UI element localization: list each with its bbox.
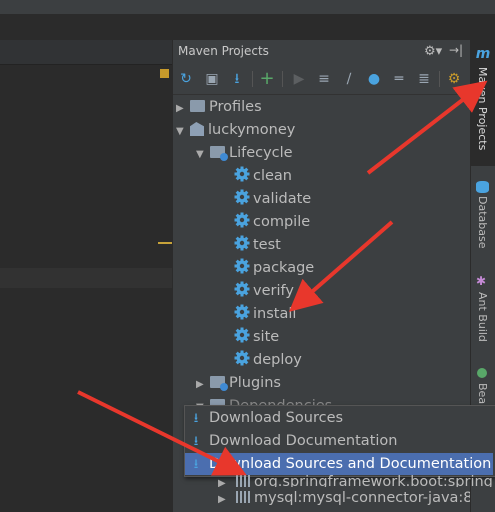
editor-area[interactable] bbox=[0, 65, 172, 512]
goal-gear-icon bbox=[234, 212, 250, 228]
download-icon: ⭳ bbox=[193, 457, 199, 472]
goal-validate[interactable]: validate bbox=[234, 188, 311, 210]
collapse-arrow-icon[interactable]: ▼ bbox=[196, 144, 210, 166]
ant-icon: ✱ bbox=[476, 274, 487, 288]
download-icon[interactable]: ⭳ bbox=[228, 70, 246, 88]
window-top-bar bbox=[0, 0, 495, 15]
maven-icon[interactable]: m bbox=[474, 46, 492, 62]
warning-marker[interactable] bbox=[160, 69, 169, 78]
goal-test[interactable]: test bbox=[234, 234, 281, 256]
tab-ant-build[interactable]: Ant Build bbox=[476, 292, 489, 342]
goal-gear-icon bbox=[234, 327, 250, 343]
tree-item-lifecycle[interactable]: ▼ Lifecycle bbox=[196, 142, 293, 164]
library-icon bbox=[236, 475, 250, 487]
lifecycle-folder-icon bbox=[210, 146, 228, 161]
plugins-folder-icon bbox=[210, 376, 228, 391]
menu-item-download-sources-and-documentation[interactable]: ⭳ Download Sources and Documentation bbox=[185, 453, 493, 475]
tree-label: Lifecycle bbox=[229, 145, 293, 161]
goal-label: install bbox=[253, 306, 297, 322]
download-icon: ⭳ bbox=[193, 411, 199, 426]
tree-label: Profiles bbox=[209, 99, 262, 115]
menu-item-label: Download Sources bbox=[209, 410, 344, 426]
goal-label: verify bbox=[253, 283, 294, 299]
skip-tests-icon[interactable]: ● bbox=[365, 70, 383, 88]
database-icon bbox=[476, 181, 489, 193]
library-icon bbox=[236, 491, 250, 503]
goal-verify[interactable]: verify bbox=[234, 280, 294, 302]
bean-icon bbox=[477, 368, 487, 378]
goal-install[interactable]: install bbox=[234, 303, 296, 325]
download-icon: ⭳ bbox=[193, 434, 199, 449]
collapse-all-icon[interactable]: ≣ bbox=[415, 70, 433, 88]
toolbar-separator bbox=[439, 71, 440, 87]
expand-arrow-icon[interactable]: ▶ bbox=[218, 478, 236, 487]
expand-arrow-icon[interactable]: ▶ bbox=[218, 489, 236, 511]
settings-icon[interactable]: ⚙ bbox=[445, 70, 463, 88]
tree-item-profiles[interactable]: ▶ Profiles bbox=[176, 96, 262, 118]
menu-item-download-documentation[interactable]: ⭳ Download Documentation bbox=[185, 430, 493, 452]
goal-compile[interactable]: compile bbox=[234, 211, 310, 233]
menu-item-label: Download Sources and Documentation bbox=[209, 456, 492, 472]
goal-gear-icon bbox=[234, 350, 250, 366]
goal-gear-icon bbox=[234, 258, 250, 274]
goal-package[interactable]: package bbox=[234, 257, 314, 279]
run-icon[interactable]: ▶ bbox=[290, 70, 308, 88]
show-dependencies-icon[interactable]: ═ bbox=[390, 70, 408, 88]
expand-arrow-icon[interactable]: ▶ bbox=[176, 98, 190, 120]
panel-settings-icon[interactable]: ⚙▾ bbox=[424, 44, 442, 59]
expand-arrow-icon[interactable]: ▶ bbox=[196, 374, 210, 396]
panel-title: Maven Projects bbox=[178, 44, 269, 58]
goal-label: package bbox=[253, 260, 315, 276]
goal-label: test bbox=[253, 237, 281, 253]
goal-gear-icon bbox=[234, 281, 250, 297]
goal-label: compile bbox=[253, 214, 311, 230]
generate-sources-icon[interactable]: ▣ bbox=[203, 70, 221, 88]
tab-maven-projects[interactable]: Maven Projects bbox=[476, 67, 489, 150]
tree-label: mysql:mysql-connector-java:8.0.1 bbox=[254, 490, 495, 506]
tree-label: luckymoney bbox=[208, 122, 296, 138]
menu-item-label: Download Documentation bbox=[209, 433, 398, 449]
editor-current-line bbox=[0, 268, 172, 288]
tree-label: Plugins bbox=[229, 375, 281, 391]
goal-gear-icon bbox=[234, 189, 250, 205]
tree-item-plugins[interactable]: ▶ Plugins bbox=[196, 372, 281, 394]
editor-tab-bar bbox=[0, 40, 172, 65]
toolbar-separator bbox=[282, 71, 283, 87]
tab-bean-validation[interactable]: Bea bbox=[476, 383, 489, 404]
change-marker[interactable] bbox=[158, 242, 172, 244]
reimport-icon[interactable]: ↻ bbox=[177, 70, 195, 88]
goal-site[interactable]: site bbox=[234, 326, 279, 348]
tab-database[interactable]: Database bbox=[476, 196, 489, 249]
goal-clean[interactable]: clean bbox=[234, 165, 292, 187]
tree-label: org.springframework.boot:spring bbox=[254, 475, 493, 487]
menu-item-download-sources[interactable]: ⭳ Download Sources bbox=[185, 407, 493, 429]
toggle-offline-icon[interactable]: ∕ bbox=[340, 70, 358, 88]
add-icon[interactable]: + bbox=[258, 70, 276, 88]
tree-item-dependency[interactable]: ▶ org.springframework.boot:spring bbox=[218, 475, 493, 487]
maven-project-icon bbox=[190, 122, 204, 136]
goal-label: deploy bbox=[253, 352, 302, 368]
folder-icon bbox=[190, 100, 205, 112]
tree-item-project[interactable]: ▼ luckymoney bbox=[176, 119, 295, 141]
goal-gear-icon bbox=[234, 304, 250, 320]
goal-label: validate bbox=[253, 191, 312, 207]
hide-panel-icon[interactable]: →| bbox=[449, 43, 463, 57]
goal-deploy[interactable]: deploy bbox=[234, 349, 302, 371]
goal-label: clean bbox=[253, 168, 292, 184]
toolbar-separator bbox=[252, 71, 253, 87]
collapse-arrow-icon[interactable]: ▼ bbox=[176, 121, 190, 143]
tree-item-dependency[interactable]: ▶ mysql:mysql-connector-java:8.0.1 bbox=[218, 487, 495, 509]
goal-label: site bbox=[253, 329, 280, 345]
execute-goal-icon[interactable]: ≡ bbox=[315, 70, 333, 88]
goal-gear-icon bbox=[234, 235, 250, 251]
goal-gear-icon bbox=[234, 166, 250, 182]
